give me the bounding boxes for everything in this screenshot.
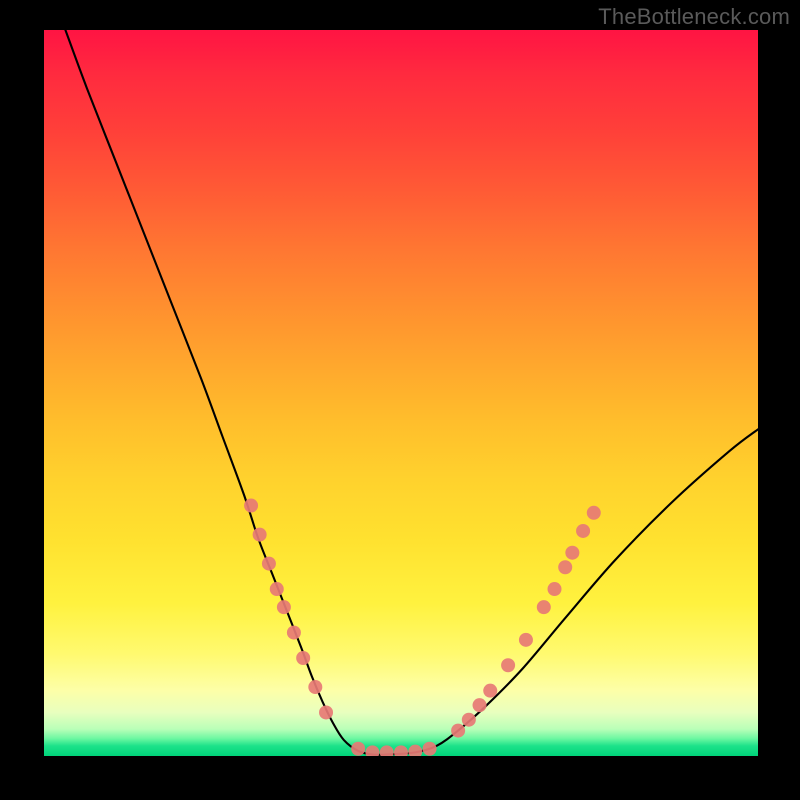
data-marker	[501, 658, 515, 672]
data-marker	[408, 745, 422, 756]
data-marker	[262, 557, 276, 571]
data-marker	[537, 600, 551, 614]
data-marker	[319, 705, 333, 719]
data-marker	[270, 582, 284, 596]
data-marker	[548, 582, 562, 596]
data-marker	[277, 600, 291, 614]
marker-group	[244, 499, 601, 756]
bottleneck-curve	[65, 30, 758, 755]
curve-layer	[44, 30, 758, 756]
data-marker	[483, 684, 497, 698]
data-marker	[244, 499, 258, 513]
data-marker	[287, 626, 301, 640]
chart-stage: TheBottleneck.com	[0, 0, 800, 800]
data-marker	[587, 506, 601, 520]
data-marker	[365, 745, 379, 756]
data-marker	[253, 528, 267, 542]
data-marker	[451, 724, 465, 738]
watermark-text: TheBottleneck.com	[598, 4, 790, 30]
data-marker	[351, 742, 365, 756]
data-marker	[423, 742, 437, 756]
data-marker	[565, 546, 579, 560]
data-marker	[380, 745, 394, 756]
data-marker	[462, 713, 476, 727]
data-marker	[308, 680, 322, 694]
data-marker	[394, 745, 408, 756]
data-marker	[558, 560, 572, 574]
data-marker	[576, 524, 590, 538]
plot-area	[44, 30, 758, 756]
data-marker	[296, 651, 310, 665]
data-marker	[473, 698, 487, 712]
data-marker	[519, 633, 533, 647]
